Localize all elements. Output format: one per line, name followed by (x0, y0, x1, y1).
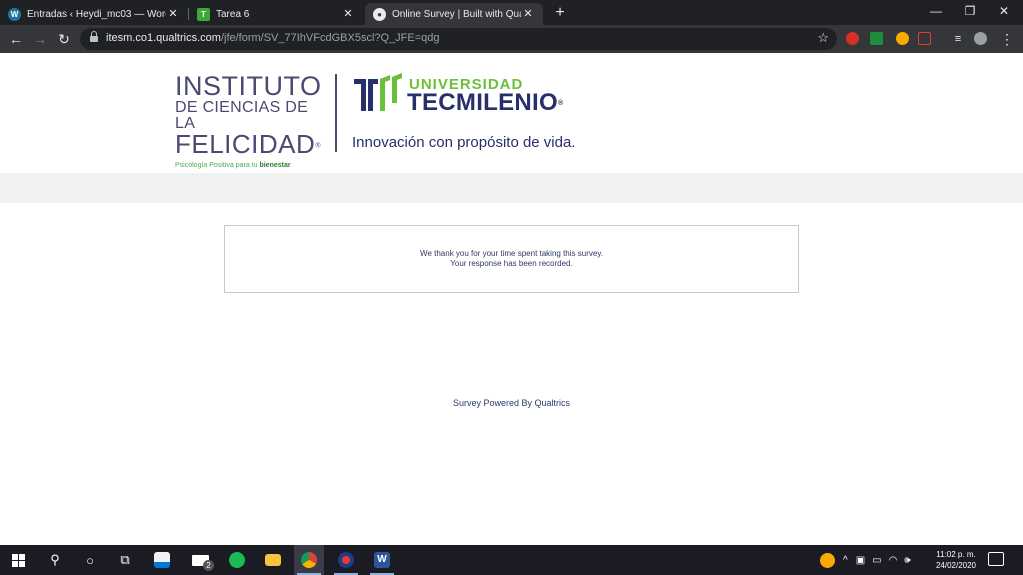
reading-list-icon[interactable]: ≡ (950, 31, 966, 47)
bookmark-star-icon[interactable]: ☆ (817, 30, 829, 46)
taskbar-app-store[interactable] (147, 545, 177, 575)
clock-date: 24/02/2020 (935, 561, 977, 570)
wifi-icon[interactable]: ◠ (889, 555, 898, 566)
tecmilenio-emblem (354, 73, 402, 111)
survey-end-message: We thank you for your time spent taking … (224, 225, 799, 293)
profile-avatar[interactable] (974, 32, 987, 45)
extension-icon-green[interactable] (870, 32, 883, 45)
instituto-felicidad-logo: INSTITUTO DE CIENCIAS DE LA FELICIDAD® P… (175, 73, 325, 169)
url-text[interactable]: itesm.co1.qualtrics.com/jfe/form/SV_77Ih… (106, 32, 440, 44)
close-tab-icon[interactable]: ✕ (341, 7, 355, 21)
clock-time: 11:02 p. m. (936, 550, 976, 559)
task-view-icon: ⧉ (120, 552, 130, 567)
close-tab-icon[interactable]: ✕ (166, 7, 180, 21)
powered-by-link[interactable]: Survey Powered By Qualtrics (0, 398, 1023, 408)
search-button[interactable]: ⚲ (40, 545, 70, 575)
forward-icon[interactable]: → (32, 31, 48, 47)
help-icon[interactable] (820, 552, 835, 568)
url-host: itesm.co1.qualtrics.com (106, 32, 221, 44)
response-recorded-line: Your response has been recorded. (450, 259, 573, 268)
logo-line: INSTITUTO (175, 71, 322, 101)
cortana-button[interactable]: ○ (75, 545, 105, 575)
wordpress-icon: W (8, 7, 21, 21)
survey-page: INSTITUTO DE CIENCIAS DE LA FELICIDAD® P… (0, 53, 1023, 545)
taskbar-app-word[interactable]: W (367, 545, 397, 575)
logo-line: FELICIDAD (175, 129, 316, 159)
system-tray: ^ ▣ ▭ ◠ 🕪 (820, 545, 911, 575)
notification-center-icon[interactable] (988, 552, 1004, 566)
new-tab-button[interactable]: + (551, 4, 569, 22)
cortana-icon: ○ (86, 552, 94, 568)
tab-title: Tarea 6 (216, 8, 250, 20)
tecmilenio-favicon: T (197, 7, 210, 21)
header-band (0, 173, 1023, 203)
word-icon: W (374, 552, 390, 568)
tablet-icon[interactable]: ▣ (856, 555, 865, 566)
reload-icon[interactable]: ↻ (56, 31, 72, 47)
registered-mark: ® (315, 142, 321, 150)
store-icon (154, 552, 170, 568)
logo-line: DE CIENCIAS DE LA (175, 99, 309, 132)
close-tab-icon[interactable]: ✕ (521, 7, 535, 21)
browser-toolbar: ← → ↻ itesm.co1.qualtrics.com/jfe/form/S… (0, 25, 1023, 53)
address-bar[interactable]: itesm.co1.qualtrics.com/jfe/form/SV_77Ih… (80, 28, 837, 50)
tab-online-survey[interactable]: ● Online Survey | Built with Qualtrics ✕ (365, 3, 543, 25)
logo-tagline: Psicología Positiva para tu (175, 161, 258, 169)
minimize-button[interactable]: — (919, 0, 953, 22)
battery-icon[interactable]: ▭ (872, 555, 881, 566)
close-window-button[interactable]: ✕ (987, 0, 1021, 22)
volume-icon[interactable]: 🕪 (904, 555, 910, 566)
tecmilenio-label: TECMILENIO (407, 89, 558, 116)
lock-icon (90, 31, 98, 43)
task-view-button[interactable]: ⧉ (110, 545, 140, 575)
tecmilenio-slogan: Innovación con propósito de vida. (352, 134, 576, 151)
spotify-icon (229, 552, 245, 568)
mail-badge: 2 (203, 560, 214, 571)
file-explorer-icon (265, 554, 281, 566)
tab-tarea[interactable]: T Tarea 6 ✕ (189, 3, 363, 25)
restore-button[interactable]: ❐ (953, 0, 987, 22)
start-icon (11, 553, 25, 567)
tab-title: Online Survey | Built with Qualtrics (392, 8, 521, 20)
chrome-menu-icon[interactable]: ⋮ (999, 31, 1015, 47)
taskbar-app-chrome[interactable] (294, 545, 324, 575)
windows-taskbar: ⚲ ○ ⧉ 2 W ^ ▣ ▭ ◠ 🕪 11:02 p. m. 24/02/20… (0, 545, 1023, 575)
globe-icon: ● (373, 7, 386, 21)
taskbar-app-mail[interactable]: 2 (185, 545, 215, 575)
pdf-extension-icon[interactable] (918, 32, 931, 45)
taskbar-app-other[interactable] (331, 545, 361, 575)
chevron-up-icon[interactable]: ^ (843, 555, 848, 566)
url-path: /jfe/form/SV_77IhVFcdGBX5scl?Q_JFE=qdg (220, 32, 440, 44)
extension-icon-yellow[interactable] (896, 32, 909, 45)
logo-tagline-bold: bienestar (259, 161, 291, 169)
thank-you-line: We thank you for your time spent taking … (420, 249, 603, 258)
back-icon[interactable]: ← (8, 31, 24, 47)
extension-icon-red[interactable] (846, 32, 859, 45)
app-icon (338, 552, 354, 568)
start-button[interactable] (3, 545, 33, 575)
registered-mark: ® (558, 100, 564, 108)
survey-header: INSTITUTO DE CIENCIAS DE LA FELICIDAD® P… (0, 53, 1023, 173)
browser-titlebar: W Entradas ‹ Heydi_mc03 — WordPress ✕ T … (0, 0, 1023, 25)
logo-divider (335, 74, 337, 152)
chrome-icon (301, 552, 317, 568)
taskbar-app-explorer[interactable] (258, 545, 288, 575)
tab-title: Entradas ‹ Heydi_mc03 — WordPress (27, 8, 166, 20)
taskbar-app-spotify[interactable] (222, 545, 252, 575)
tab-wordpress[interactable]: W Entradas ‹ Heydi_mc03 — WordPress ✕ (0, 3, 188, 25)
search-icon: ⚲ (50, 552, 60, 567)
clock[interactable]: 11:02 p. m. 24/02/2020 (930, 549, 982, 571)
